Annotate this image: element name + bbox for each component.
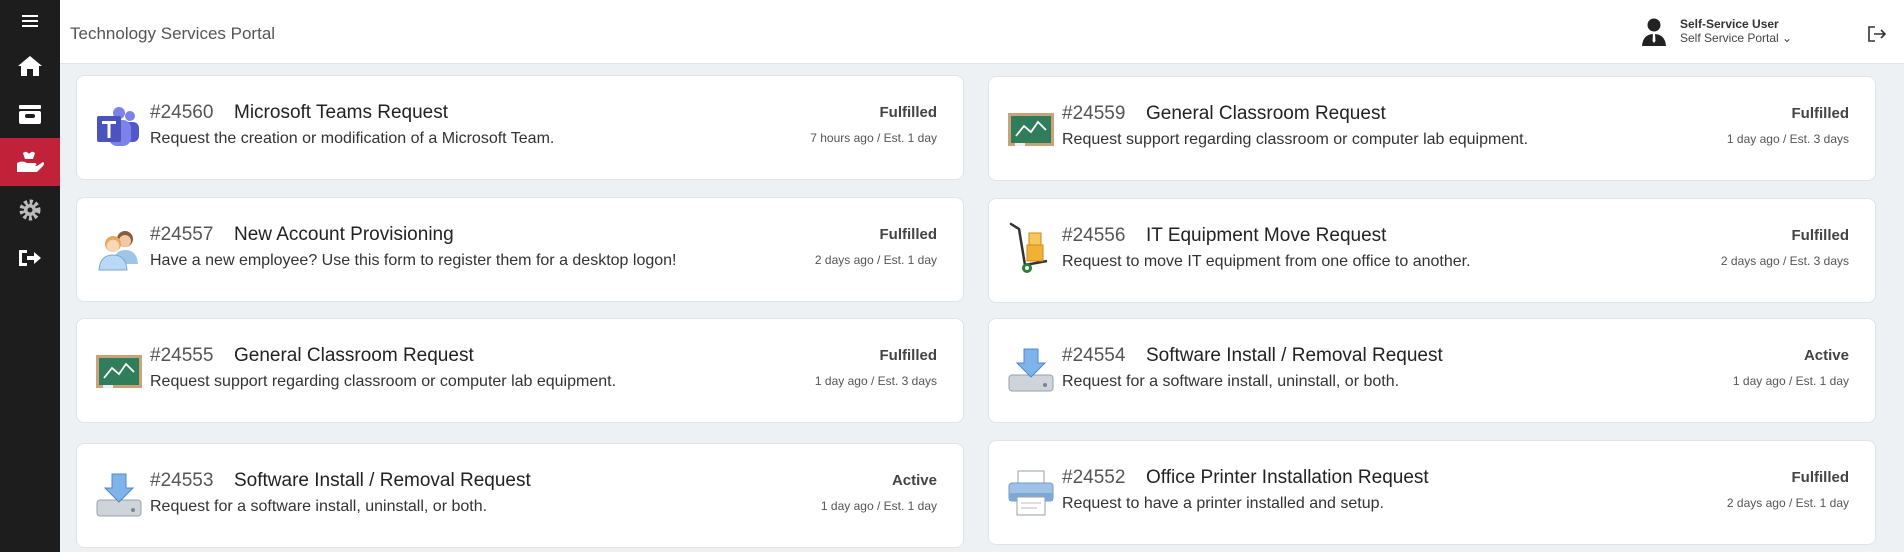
sidebar-item-inbox[interactable] xyxy=(0,90,60,138)
request-icon xyxy=(1007,347,1055,395)
users-icon xyxy=(98,231,138,271)
request-card[interactable]: #24559 General Classroom Request Request… xyxy=(988,76,1876,181)
gear-icon xyxy=(19,199,41,221)
request-icon xyxy=(95,472,143,520)
request-description: Request for a software install, uninstal… xyxy=(150,498,488,515)
sidebar-item-sign-out[interactable] xyxy=(0,234,60,282)
request-number: #24556 xyxy=(1062,225,1126,246)
request-number: #24552 xyxy=(1062,467,1126,488)
user-info: Self-Service User Self Service Portal ⌄ xyxy=(1680,17,1792,45)
request-icon xyxy=(95,226,143,274)
request-icon xyxy=(95,347,143,395)
request-title[interactable]: Office Printer Installation Request xyxy=(1146,467,1429,489)
request-number: #24557 xyxy=(150,224,214,245)
request-icon xyxy=(1007,469,1055,517)
request-number: #24554 xyxy=(1062,345,1126,366)
home-icon xyxy=(18,56,42,76)
status-badge: Fulfilled xyxy=(879,226,938,243)
request-title[interactable]: New Account Provisioning xyxy=(234,224,454,246)
request-card[interactable]: #24560 Microsoft Teams Request Request t… xyxy=(76,75,964,180)
menu-button[interactable] xyxy=(0,0,60,42)
menu-icon xyxy=(22,15,38,27)
teams-icon xyxy=(97,107,139,146)
status-badge: Active xyxy=(1803,347,1849,364)
request-card[interactable]: #24557 New Account Provisioning Have a n… xyxy=(76,197,964,302)
request-time: 1 day ago / Est. 1 day xyxy=(820,499,937,513)
request-time: 1 day ago / Est. 1 day xyxy=(1732,374,1849,388)
request-title[interactable]: General Classroom Request xyxy=(234,345,474,367)
request-description: Have a new employee? Use this form to re… xyxy=(150,252,677,269)
portal-selector[interactable]: Self Service Portal ⌄ xyxy=(1680,31,1792,45)
printer-icon xyxy=(1008,470,1054,516)
request-number: #24560 xyxy=(150,102,214,123)
top-header: Technology Services Portal Self-Service … xyxy=(60,0,1904,64)
request-card[interactable]: #24555 General Classroom Request Request… xyxy=(76,318,964,423)
sidebar-item-requests[interactable] xyxy=(0,138,60,186)
request-time: 2 days ago / Est. 1 day xyxy=(814,253,937,267)
inbox-icon xyxy=(19,105,41,124)
request-time: 1 day ago / Est. 3 days xyxy=(814,374,937,388)
logout-icon xyxy=(1868,26,1887,42)
status-badge: Fulfilled xyxy=(879,347,938,364)
request-title[interactable]: Microsoft Teams Request xyxy=(234,102,448,124)
sidebar-item-settings[interactable] xyxy=(0,186,60,234)
user-name: Self-Service User xyxy=(1680,17,1779,31)
sidebar xyxy=(0,0,60,552)
sign-out-icon xyxy=(19,250,41,266)
request-description: Request to have a printer installed and … xyxy=(1062,495,1384,512)
request-time: 7 hours ago / Est. 1 day xyxy=(810,131,937,145)
user-menu[interactable]: Self-Service User Self Service Portal ⌄ xyxy=(1640,17,1792,47)
request-description: Request support regarding classroom or c… xyxy=(1062,131,1529,148)
download-drive-icon xyxy=(1008,348,1054,392)
request-description: Request for a software install, uninstal… xyxy=(1062,373,1400,390)
page-title: Technology Services Portal xyxy=(70,24,276,43)
request-card[interactable]: #24553 Software Install / Removal Reques… xyxy=(76,443,964,548)
request-number: #24553 xyxy=(150,470,214,491)
status-badge: Fulfilled xyxy=(879,104,938,121)
request-number: #24555 xyxy=(150,345,214,366)
request-time: 2 days ago / Est. 1 day xyxy=(1726,496,1849,510)
request-description: Request support regarding classroom or c… xyxy=(150,373,617,390)
status-badge: Fulfilled xyxy=(1791,227,1850,244)
request-card[interactable]: #24552 Office Printer Installation Reque… xyxy=(988,440,1876,545)
chalkboard-icon xyxy=(1008,113,1054,146)
hand-truck-icon xyxy=(1009,222,1048,273)
request-title[interactable]: General Classroom Request xyxy=(1146,103,1386,125)
user-avatar-icon xyxy=(1642,18,1666,46)
status-badge: Fulfilled xyxy=(1791,469,1850,486)
request-icon xyxy=(95,104,143,152)
status-badge: Fulfilled xyxy=(1791,105,1850,122)
request-title[interactable]: Software Install / Removal Request xyxy=(1146,345,1443,367)
sidebar-item-home[interactable] xyxy=(0,42,60,90)
request-icon xyxy=(1007,221,1055,273)
request-time: 2 days ago / Est. 3 days xyxy=(1720,254,1849,268)
download-drive-icon xyxy=(96,473,142,517)
request-card[interactable]: #24554 Software Install / Removal Reques… xyxy=(988,318,1876,423)
request-number: #24559 xyxy=(1062,103,1126,124)
logout-button[interactable] xyxy=(1866,24,1888,44)
request-card[interactable]: #24556 IT Equipment Move Request Request… xyxy=(988,198,1876,303)
status-badge: Active xyxy=(891,472,937,489)
chalkboard-icon xyxy=(96,355,142,388)
request-icon xyxy=(1007,105,1055,153)
request-title[interactable]: IT Equipment Move Request xyxy=(1146,225,1386,247)
request-description: Request to move IT equipment from one of… xyxy=(1062,253,1471,270)
request-description: Request the creation or modification of … xyxy=(150,130,555,147)
request-title[interactable]: Software Install / Removal Request xyxy=(234,470,531,492)
request-time: 1 day ago / Est. 3 days xyxy=(1726,132,1849,146)
requests-icon xyxy=(17,151,44,172)
